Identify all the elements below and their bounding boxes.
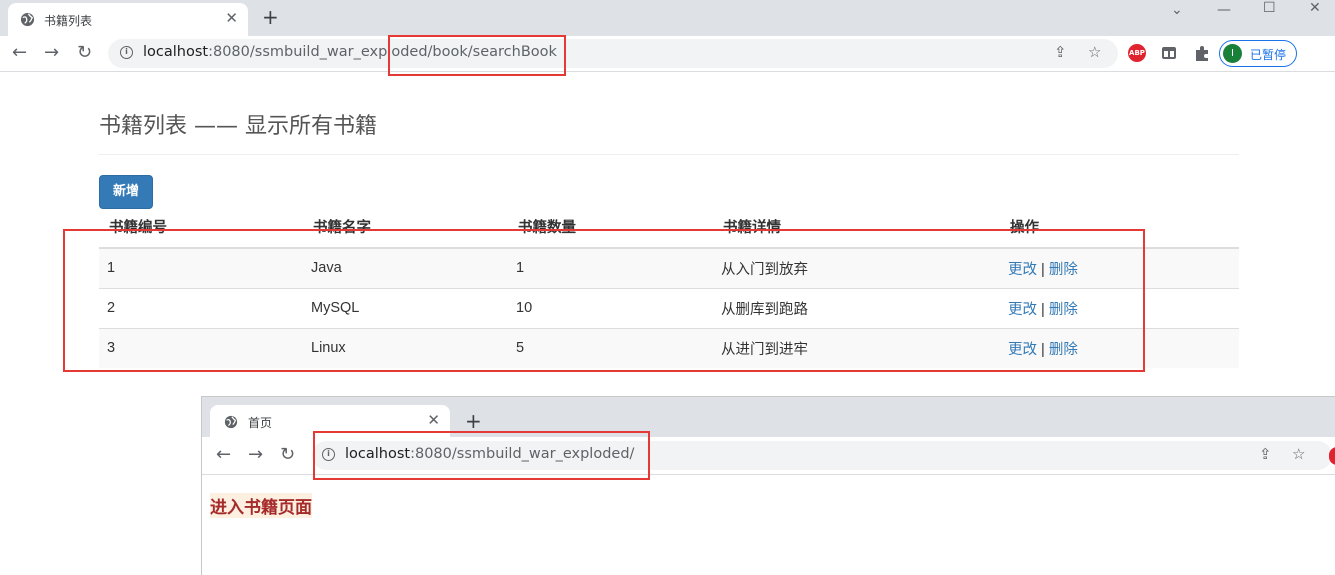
profile-status-label: 已暂停 [1250, 48, 1287, 62]
maximize-button[interactable]: ☐ [1263, 0, 1276, 16]
page-header: 书籍列表 —— 显示所有书籍 [99, 108, 1239, 155]
globe-icon [224, 415, 238, 429]
bookmark-star-icon[interactable]: ☆ [1088, 43, 1101, 61]
minimize-button[interactable]: — [1217, 2, 1231, 18]
site-info-icon[interactable]: i [120, 46, 133, 59]
enter-book-page-link[interactable]: 进入书籍页面 [210, 493, 312, 518]
bookmark-star-icon[interactable]: ☆ [1292, 445, 1305, 463]
url-path-highlight-box [388, 35, 566, 76]
tab-close-icon[interactable]: ✕ [225, 9, 238, 27]
profile-button[interactable]: I 已暂停 [1219, 40, 1297, 67]
back-arrow-icon[interactable]: ← [216, 444, 231, 465]
reload-icon[interactable]: ↻ [280, 444, 295, 465]
browser-tab-book-list[interactable]: 书籍列表 ✕ [8, 3, 248, 36]
url-host: localhost [143, 44, 209, 60]
share-icon[interactable]: ⇪ [1259, 445, 1272, 463]
new-tab-button[interactable]: + [465, 409, 482, 433]
back-arrow-icon[interactable]: ← [12, 42, 27, 63]
address-bar[interactable]: i localhost:8080/ssmbuild_war_exploded/b… [108, 39, 1118, 68]
extensions-puzzle-icon[interactable] [1193, 44, 1211, 62]
globe-icon [20, 12, 35, 27]
page-title: 书籍列表 —— 显示所有书籍 [99, 114, 377, 139]
tab-title: 首页 [248, 416, 273, 430]
media-extension-icon[interactable] [1160, 44, 1178, 62]
second-browser-window: 首页 ✕ + ← → ↻ i localhost:8080/ssmbuild_w… [201, 396, 1335, 575]
new-tab-button[interactable]: + [262, 5, 279, 29]
tab-strip: 书籍列表 ✕ + ⌄ — ☐ ✕ [0, 0, 1335, 36]
browser-toolbar: ← → ↻ i localhost:8080/ssmbuild_war_expl… [0, 36, 1335, 72]
profile-avatar: I [1223, 44, 1242, 63]
window-close-button[interactable]: ✕ [1309, 0, 1321, 16]
table-rows-highlight-box [63, 229, 1145, 372]
share-icon[interactable]: ⇪ [1054, 43, 1067, 61]
second-url-highlight-box [313, 431, 650, 480]
tab-close-icon[interactable]: ✕ [427, 411, 440, 429]
reload-icon[interactable]: ↻ [77, 42, 92, 63]
tab-search-chevron-icon[interactable]: ⌄ [1171, 2, 1183, 18]
adblock-extension-icon[interactable]: ABP [1128, 44, 1146, 62]
tab-title: 书籍列表 [44, 14, 93, 28]
add-book-button[interactable]: 新增 [99, 175, 153, 209]
forward-arrow-icon[interactable]: → [248, 444, 263, 465]
forward-arrow-icon[interactable]: → [44, 42, 59, 63]
